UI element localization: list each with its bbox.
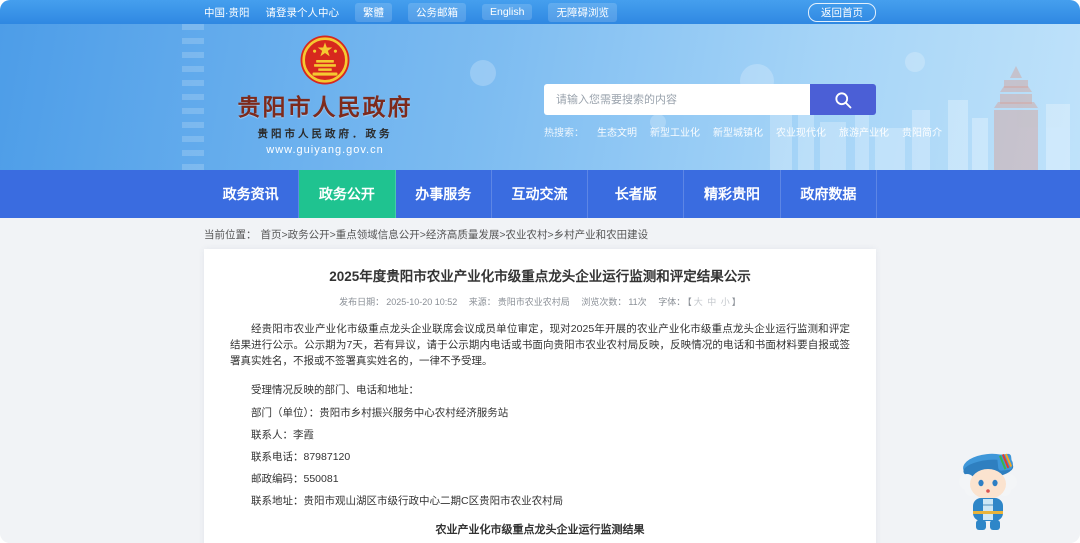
magnifier-icon	[835, 91, 852, 108]
article-paragraph: 经贵阳市农业产业化市级重点龙头企业联席会议成员单位审定，现对2025年开展的农业…	[230, 323, 850, 367]
nav-tab[interactable]: 互动交流	[492, 170, 589, 218]
primary-nav: 政务资讯 政务公开 办事服务 互动交流 长者版 精彩贵阳 政府数据	[0, 170, 1080, 218]
source-label: 来源：	[468, 297, 496, 307]
font-size-medium-button[interactable]: 中	[707, 297, 716, 307]
hot-search-word[interactable]: 新型城镇化	[713, 124, 763, 139]
topbar-link[interactable]: 无障碍浏览	[548, 2, 617, 22]
contact-line: 联系人：李霞	[251, 429, 314, 441]
topbar-link[interactable]: 请登录个人中心	[266, 5, 340, 20]
breadcrumb: 当前位置： 首页>政务公开>重点领域信息公开>经济高质量发展>农业农村>乡村产业…	[204, 218, 876, 242]
hot-search-word[interactable]: 农业现代化	[776, 124, 826, 139]
source-value: 贵阳市农业农村局	[497, 297, 570, 307]
nav-tab[interactable]: 政务资讯	[203, 170, 300, 218]
topbar: 中国·贵阳 请登录个人中心 繁體 公务邮箱 English 无障碍浏览 返回首页	[0, 0, 1080, 24]
site-title: 贵阳市人民政府	[237, 94, 413, 120]
font-size-small-button[interactable]: 小	[721, 297, 730, 307]
publish-date: 2025-10-20 10:52	[386, 297, 458, 307]
article-card: 2025年度贵阳市农业产业化市级重点龙头企业运行监测和评定结果公示 发布日期： 2…	[204, 249, 876, 543]
nav-tab[interactable]: 政务公开	[299, 170, 396, 218]
site-header: 贵阳市人民政府 贵阳市人民政府．政务 www.guiyang.gov.cn 请输…	[0, 24, 1080, 170]
site-subtitle: 贵阳市人民政府．政务	[257, 128, 393, 140]
nav-tab[interactable]: 办事服务	[396, 170, 492, 218]
hot-search-word[interactable]: 贵阳简介	[902, 124, 942, 139]
publish-date-label: 发布日期：	[339, 297, 385, 307]
font-size-label: 字体：	[658, 297, 686, 307]
site-url: www.guiyang.gov.cn	[266, 144, 384, 156]
article-paragraphs: 经贵阳市农业产业化市级重点龙头企业联席会议成员单位审定，现对2025年开展的农业…	[230, 321, 850, 398]
breadcrumb-label: 当前位置：	[204, 229, 257, 241]
article-paragraph: 受理情况反映的部门、电话和地址：	[251, 384, 419, 396]
hot-search-word[interactable]: 旅游产业化	[839, 124, 889, 139]
decorative-lines	[182, 24, 204, 170]
font-size-large-button[interactable]: 大	[694, 297, 703, 307]
contact-line: 联系地址：贵阳市观山湖区市级行政中心二期C区贵阳市农业农村局	[251, 495, 564, 507]
assistant-mascot-icon[interactable]	[954, 448, 1022, 537]
contact-info: 部门（单位）：贵阳市乡村振兴服务中心农村经济服务站 联系人：李霞联系电话：8798…	[230, 405, 850, 508]
main-content: 当前位置： 首页>政务公开>重点领域信息公开>经济高质量发展>农业农村>乡村产业…	[0, 218, 1080, 543]
nav-tab[interactable]: 精彩贵阳	[684, 170, 781, 218]
contact-line: 部门（单位）：贵阳市乡村振兴服务中心农村经济服务站	[251, 407, 509, 419]
topbar-link[interactable]: 繁體	[355, 2, 392, 22]
nav-tab[interactable]: 政府数据	[781, 170, 877, 218]
views-value: 11次	[628, 297, 647, 307]
topbar-link[interactable]: 公务邮箱	[408, 2, 466, 22]
site-logo-block[interactable]: 贵阳市人民政府 贵阳市人民政府．政务 www.guiyang.gov.cn	[210, 34, 440, 156]
topbar-link[interactable]: 中国·贵阳	[204, 5, 250, 20]
topbar-link[interactable]: English	[482, 4, 533, 20]
hot-search-word[interactable]: 新型工业化	[650, 124, 700, 139]
article-title: 2025年度贵阳市农业产业化市级重点龙头企业运行监测和评定结果公示	[329, 269, 751, 284]
hot-search-words: 生态文明 新型工业化 新型城镇化 农业现代化 旅游产业化 贵阳简介	[597, 124, 942, 139]
hot-search-word[interactable]: 生态文明	[597, 124, 637, 139]
topbar-links: 中国·贵阳 请登录个人中心 繁體 公务邮箱 English 无障碍浏览	[204, 2, 617, 22]
hot-search-label: 热搜索：	[544, 128, 584, 139]
nav-tab[interactable]: 长者版	[588, 170, 685, 218]
article-meta: 发布日期： 2025-10-20 10:52 来源： 贵阳市农业农村局 浏览次数： 1…	[230, 295, 850, 308]
font-bracket: 【	[687, 297, 692, 307]
table-caption: 农业产业化市级重点龙头企业运行监测结果	[435, 524, 645, 536]
search-input[interactable]	[544, 84, 810, 115]
national-emblem-icon	[300, 35, 350, 85]
search-block: 热搜索： 生态文明新型工业化新型城镇化农业现代化旅游产业化贵阳简介	[544, 84, 942, 139]
contact-line: 邮政编码：550081	[251, 473, 339, 485]
hot-search-row: 热搜索： 生态文明 新型工业化 新型城镇化 农业现代化 旅游产业化 贵阳简介	[544, 124, 942, 139]
contact-line: 联系电话：87987120	[251, 451, 351, 463]
search-button[interactable]	[810, 84, 876, 115]
breadcrumb-path[interactable]: 首页>政务公开>重点领域信息公开>经济高质量发展>农业农村>乡村产业和农田建设	[261, 227, 649, 242]
back-home-button[interactable]: 返回首页	[808, 2, 876, 22]
views-label: 浏览次数：	[581, 297, 627, 307]
font-bracket: 】	[731, 297, 741, 307]
browser-page: 中国·贵阳 请登录个人中心 繁體 公务邮箱 English 无障碍浏览 返回首页	[0, 0, 1080, 543]
